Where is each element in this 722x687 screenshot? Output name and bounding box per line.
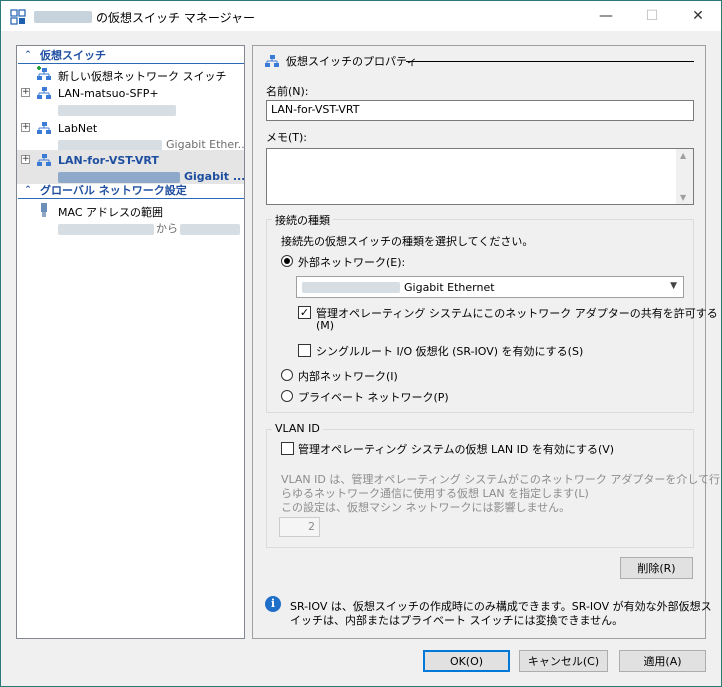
vlan-id-input[interactable]: 2 [279,517,320,537]
info-icon: i [265,596,281,612]
scroll-up-icon[interactable]: ▲ [680,151,686,160]
header-divider [406,61,694,62]
collapse-chevron-icon[interactable]: ⌃ [21,185,35,195]
expand-icon[interactable]: + [21,88,30,97]
mac-range-item[interactable]: MAC アドレスの範囲 から [17,201,244,235]
external-network-label: 外部ネットワーク(E): [298,256,406,269]
mac-range-label: MAC アドレスの範囲 [58,206,163,219]
expand-icon[interactable]: + [21,155,30,164]
new-switch-item[interactable]: 新しい仮想ネットワーク スイッチ [17,65,244,83]
section-global-network[interactable]: ⌃ グローバル ネットワーク設定 [18,182,244,199]
vlan-group-title: VLAN ID [272,422,323,435]
memo-scrollbar[interactable]: ▲ ▼ [676,149,693,204]
section-virtual-switches[interactable]: ⌃ 仮想スイッチ [18,47,244,64]
sriov-label: シングルルート I/O 仮想化 (SR-IOV) を有効にする(S) [316,345,584,358]
properties-title: 仮想スイッチのプロパティ [286,55,418,68]
expand-icon[interactable]: + [21,123,30,132]
apply-button[interactable]: 適用(A) [619,650,706,672]
properties-header: 仮想スイッチのプロパティ [264,53,417,69]
name-input[interactable]: LAN-for-VST-VRT [266,100,694,121]
switch-name: LAN-for-VST-VRT [58,154,159,167]
title-bar: の仮想スイッチ マネージャー — ☐ ✕ [0,0,722,31]
vlan-enable-checkbox[interactable] [281,442,294,455]
switch-name: LabNet [58,122,98,135]
network-switch-icon [265,55,279,67]
external-network-radio[interactable] [281,255,293,267]
internal-network-label: 内部ネットワーク(I) [298,370,398,383]
section-label: 仮想スイッチ [40,49,106,62]
window-title: の仮想スイッチ マネージャー [96,11,255,25]
name-label: 名前(N): [266,85,309,98]
switch-manager-icon [10,9,26,25]
info-text-line2: イッチは、内部またはプライベート スイッチには変換できません。 [290,614,624,627]
navigation-tree: ⌃ 仮想スイッチ 新しい仮想ネットワーク スイッチ + LAN-matsuo-S… [16,45,245,639]
add-network-icon [37,66,51,80]
connection-type-title: 接続の種類 [272,212,333,228]
remove-button[interactable]: 削除(R) [620,557,693,579]
section-label: グローバル ネットワーク設定 [40,184,187,197]
adapter-selected-value: Gigabit Ethernet [404,281,495,294]
maximize-button[interactable]: ☐ [629,1,675,31]
mac-range-values: から [58,220,240,236]
private-network-radio[interactable] [281,390,293,402]
connection-type-description: 接続先の仮想スイッチの種類を選択してください。 [281,235,534,248]
network-switch-icon [37,87,51,99]
collapse-chevron-icon[interactable]: ⌃ [21,50,35,60]
adapter-dropdown[interactable]: Gigabit Ethernet ▼ [296,276,684,298]
vlan-enable-label: 管理オペレーティング システムの仮想 LAN ID を有効にする(V) [298,443,615,456]
allow-mgmt-os-label-cont: (M) [316,319,335,332]
sriov-checkbox[interactable] [298,344,311,357]
allow-mgmt-os-label: 管理オペレーティング システムにこのネットワーク アダプターの共有を許可する [316,307,718,320]
mac-range-separator: から [156,222,178,235]
network-switch-icon [37,154,51,166]
switch-item-labnet[interactable]: + LabNet Gigabit Ether... [17,118,244,152]
internal-network-radio[interactable] [281,369,293,381]
switch-item-lan-for-vst-vrt[interactable]: + LAN-for-VST-VRT Gigabit ... [17,150,244,184]
new-switch-label: 新しい仮想ネットワーク スイッチ [58,70,227,83]
switch-item-lan-matsuo[interactable]: + LAN-matsuo-SFP+ [17,83,244,117]
server-name-redacted [34,11,92,23]
ok-button[interactable]: OK(O) [423,650,510,672]
memo-textarea[interactable]: ▲ ▼ [266,148,694,205]
mac-address-icon [41,203,47,217]
switch-adapter [58,103,176,116]
switch-name: LAN-matsuo-SFP+ [58,87,159,100]
chevron-down-icon[interactable]: ▼ [670,281,677,291]
cancel-button[interactable]: キャンセル(C) [519,650,608,672]
allow-mgmt-os-checkbox[interactable]: ✓ [298,306,311,319]
minimize-button[interactable]: — [583,1,629,31]
memo-label: メモ(T): [266,131,308,144]
network-switch-icon [37,122,51,134]
close-button[interactable]: ✕ [675,1,721,31]
vlan-description-line3: この設定は、仮想マシン ネットワークには影響しません。 [281,501,571,514]
private-network-label: プライベート ネットワーク(P) [298,391,449,404]
scroll-down-icon[interactable]: ▼ [680,193,686,202]
